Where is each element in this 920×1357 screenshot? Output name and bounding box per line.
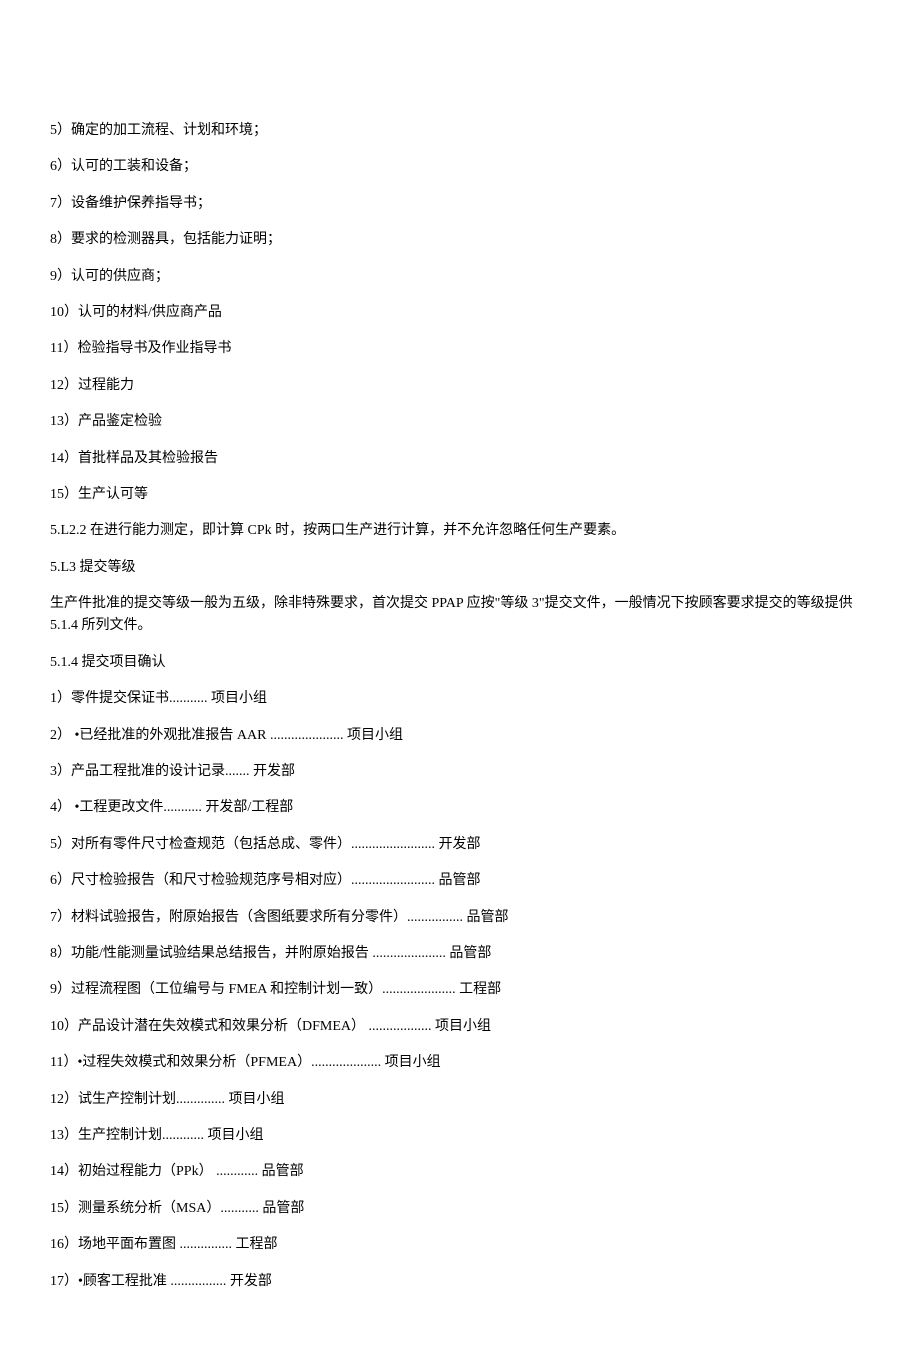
line-item: 2） •已经批准的外观批准报告 AAR ....................… [50, 725, 870, 747]
line-item: 11）检验指导书及作业指导书 [50, 338, 870, 360]
line-item: 8）功能/性能测量试验结果总结报告，并附原始报告 ...............… [50, 943, 870, 965]
line-item: 8）要求的检测器具，包括能力证明； [50, 229, 870, 251]
line-item: 15）测量系统分析（MSA）........... 品管部 [50, 1198, 870, 1220]
line-item: 3）产品工程批准的设计记录....... 开发部 [50, 761, 870, 783]
line-item: 14）首批样品及其检验报告 [50, 448, 870, 470]
line-item: 9）过程流程图（工位编号与 FMEA 和控制计划一致）.............… [50, 979, 870, 1001]
line-item: 4） •工程更改文件........... 开发部/工程部 [50, 797, 870, 819]
line-item: 7）材料试验报告，附原始报告（含图纸要求所有分零件）..............… [50, 907, 870, 929]
line-item: 11）•过程失效模式和效果分析（PFMEA）..................… [50, 1052, 870, 1074]
line-item: 9）认可的供应商； [50, 266, 870, 288]
section-heading: 5.L3 提交等级 [50, 557, 870, 579]
line-item: 6）尺寸检验报告（和尺寸检验规范序号相对应）..................… [50, 870, 870, 892]
line-item: 6）认可的工装和设备； [50, 156, 870, 178]
line-item: 5）确定的加工流程、计划和环境； [50, 120, 870, 142]
line-item: 10）认可的材料/供应商产品 [50, 302, 870, 324]
line-item: 5）对所有零件尺寸检查规范（包括总成、零件）..................… [50, 834, 870, 856]
line-item: 13）生产控制计划............ 项目小组 [50, 1125, 870, 1147]
line-item: 12）试生产控制计划.............. 项目小组 [50, 1089, 870, 1111]
line-item: 15）生产认可等 [50, 484, 870, 506]
line-item: 16）场地平面布置图 ............... 工程部 [50, 1234, 870, 1256]
line-item: 12）过程能力 [50, 375, 870, 397]
line-item: 10）产品设计潜在失效模式和效果分析（DFMEA） ..............… [50, 1016, 870, 1038]
line-item: 14）初始过程能力（PPk） ............ 品管部 [50, 1161, 870, 1183]
line-item: 13）产品鉴定检验 [50, 411, 870, 433]
line-item: 17）•顾客工程批准 ................ 开发部 [50, 1271, 870, 1293]
section-text: 5.L2.2 在进行能力测定，即计算 CPk 时，按两口生产进行计算，并不允许忽… [50, 520, 870, 542]
line-item: 7）设备维护保养指导书； [50, 193, 870, 215]
paragraph-text: 生产件批准的提交等级一般为五级，除非特殊要求，首次提交 PPAP 应按"等级 3… [50, 593, 870, 638]
line-item: 1）零件提交保证书........... 项目小组 [50, 688, 870, 710]
section-heading: 5.1.4 提交项目确认 [50, 652, 870, 674]
